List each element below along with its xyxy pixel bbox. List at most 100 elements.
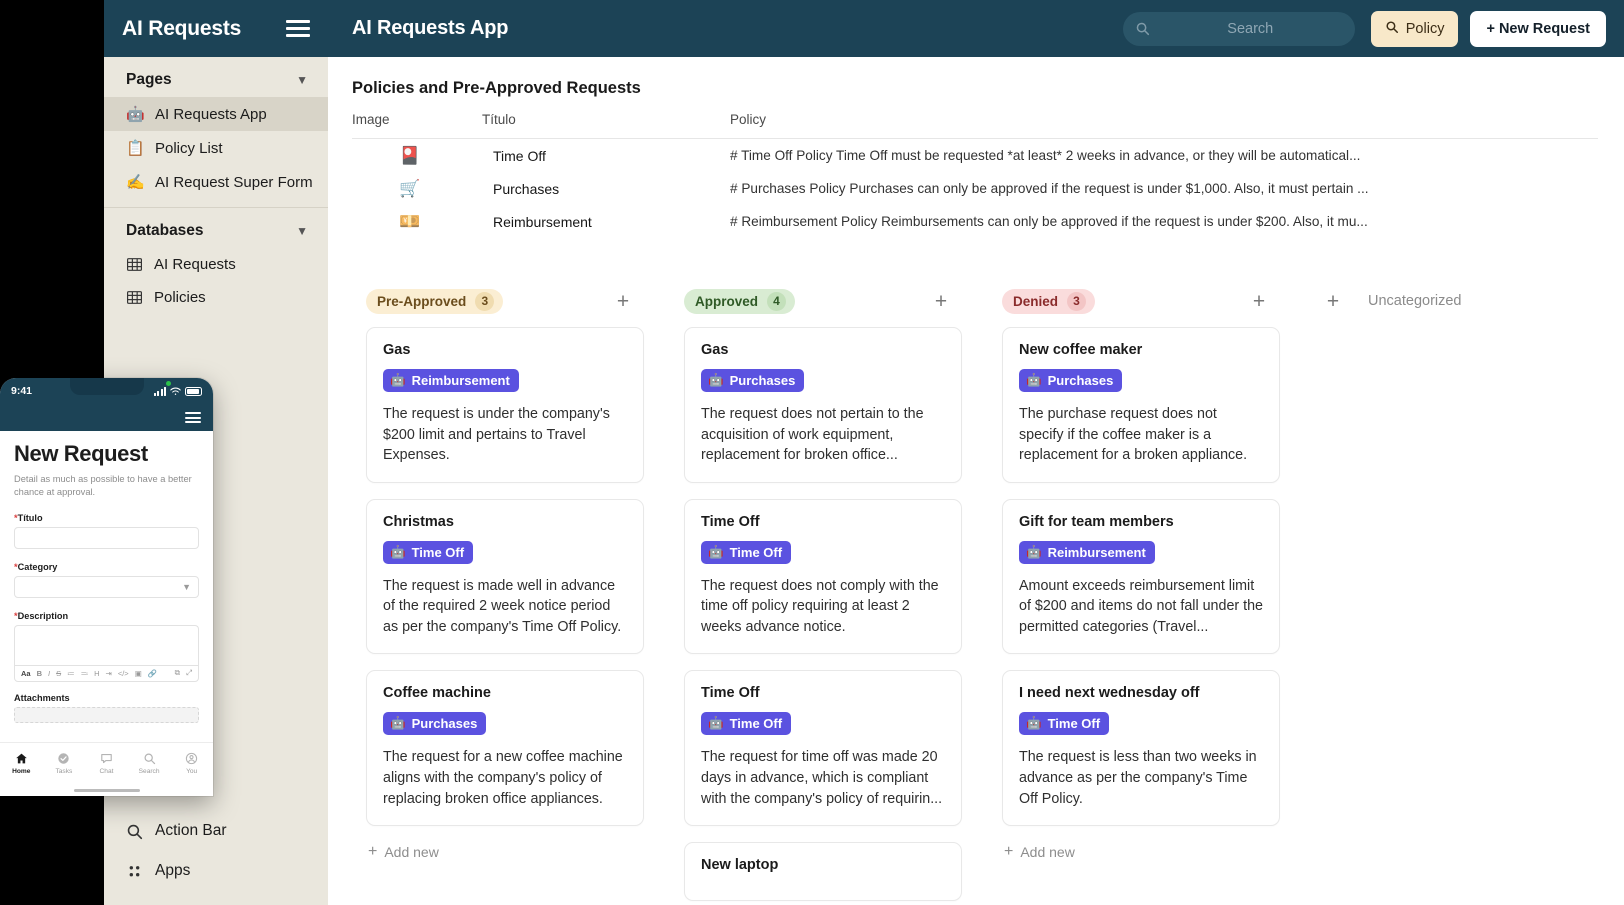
card-tag: 🤖 Time Off	[1019, 712, 1110, 736]
phone-tab-you[interactable]: You	[170, 752, 213, 775]
robot-icon: 🤖	[390, 544, 406, 559]
card-tag-label: Time Off	[729, 716, 783, 732]
kanban-card[interactable]: Time Off 🤖 Time Off The request does not…	[684, 498, 962, 655]
sidebar-header: AI Requests	[104, 0, 328, 57]
link-icon[interactable]: 🔗	[148, 669, 157, 678]
phone-status-indicators	[153, 386, 202, 396]
column-header-image: Image	[352, 112, 390, 127]
add-card-plus-icon[interactable]: +	[1246, 288, 1272, 314]
copy-icon[interactable]: ⧉	[175, 668, 180, 678]
robot-icon: 🤖	[708, 544, 724, 559]
hamburger-icon[interactable]	[286, 20, 310, 37]
robot-icon: 🤖	[708, 716, 724, 731]
numbered-list-icon[interactable]: ≕	[81, 669, 89, 678]
kanban-column-body: Gas 🤖 Purchases The request does not per…	[658, 321, 976, 902]
phone-category-select[interactable]: ▼	[14, 575, 199, 598]
sidebar-section-databases[interactable]: Databases ▼	[104, 208, 328, 248]
search-input[interactable]: Search	[1122, 11, 1355, 46]
card-title: Coffee machine	[383, 685, 491, 702]
row-title-cell: Reimbursement	[493, 213, 592, 230]
add-new-button[interactable]: + Add new	[1002, 842, 1280, 861]
bullet-list-icon[interactable]: ≔	[67, 669, 75, 678]
add-card-plus-icon[interactable]: +	[610, 288, 636, 314]
search-icon	[1135, 21, 1150, 36]
add-card-plus-icon[interactable]: +	[1320, 288, 1346, 314]
sidebar-item-db-ai-requests[interactable]: AI Requests	[104, 248, 328, 281]
phone-hamburger-icon[interactable]	[185, 412, 201, 423]
table-row[interactable]: 🛒 Purchases # Purchases Policy Purchases…	[352, 172, 1598, 205]
kanban-card[interactable]: Gift for team members 🤖 Reimbursement Am…	[1002, 498, 1280, 655]
bold-icon[interactable]: B	[37, 669, 42, 678]
kanban-card[interactable]: New laptop	[684, 842, 962, 902]
card-tag-label: Reimbursement	[411, 373, 510, 388]
status-badge-denied[interactable]: Denied 3	[1002, 288, 1096, 314]
sidebar-item-policy-list[interactable]: 📋 Policy List	[104, 131, 328, 165]
add-new-label: Add new	[384, 844, 439, 861]
card-tag-label: Time Off	[411, 544, 465, 560]
robot-icon: 🤖	[126, 106, 145, 123]
sidebar-bottom: Action Bar Apps	[104, 811, 328, 905]
kanban-column-header: + Uncategorized	[1294, 281, 1612, 321]
kanban-column-pre-approved: Pre-Approved 3 + Gas 🤖 Reimbursement The…	[340, 281, 658, 905]
phone-titulo-input[interactable]	[14, 526, 199, 549]
search-icon	[1385, 20, 1399, 38]
sidebar-item-apps[interactable]: Apps	[104, 851, 328, 891]
robot-icon: 🤖	[708, 373, 724, 387]
status-badge-approved[interactable]: Approved 4	[684, 288, 796, 314]
policy-button-label: Policy	[1405, 20, 1445, 37]
status-label: Denied	[1013, 293, 1059, 309]
kanban-card[interactable]: Christmas 🤖 Time Off The request is made…	[366, 498, 644, 655]
card-tag: 🤖 Purchases	[383, 712, 487, 736]
phone-tab-label: Search	[138, 768, 160, 775]
kanban-card[interactable]: I need next wednesday off 🤖 Time Off The…	[1002, 670, 1280, 827]
phone-tab-search[interactable]: Search	[128, 752, 171, 775]
indent-icon[interactable]: ⇥	[106, 669, 112, 678]
card-title: I need next wednesday off	[1019, 685, 1200, 702]
sidebar-item-ai-requests-app[interactable]: 🤖 AI Requests App	[104, 97, 328, 131]
phone-tab-home[interactable]: Home	[0, 752, 43, 775]
new-request-button[interactable]: + New Request	[1470, 10, 1606, 47]
phone-attachments-label: Attachments	[14, 692, 70, 703]
phone-richtext-toolbar: Aa B I S ≔ ≕ H ⇥ </> ▣ 🔗 ⧉ ⤢	[14, 664, 199, 682]
kanban-column-approved: Approved 4 + Gas 🤖 Purchases The request…	[658, 281, 976, 905]
code-block-icon[interactable]: ▣	[135, 669, 142, 678]
reimbursement-image-icon: 💴	[399, 211, 421, 231]
status-badge-pre-approved[interactable]: Pre-Approved 3	[366, 288, 504, 314]
kanban-card[interactable]: New coffee maker 🤖 Purchases The purchas…	[1002, 327, 1280, 483]
time-off-image-icon: 🎴	[399, 145, 421, 165]
recording-indicator-icon	[166, 381, 171, 386]
phone-tab-tasks[interactable]: Tasks	[43, 752, 86, 775]
heading-icon[interactable]: H	[94, 669, 99, 678]
kanban-card[interactable]: Time Off 🤖 Time Off The request for time…	[684, 670, 962, 827]
policy-button[interactable]: Policy	[1370, 10, 1459, 47]
sidebar-item-ai-request-super-form[interactable]: ✍️ AI Request Super Form	[104, 165, 328, 199]
phone-description-textarea[interactable]	[14, 624, 199, 665]
phone-tab-label: Chat	[99, 768, 114, 775]
sidebar-section-pages[interactable]: Pages ▼	[104, 57, 328, 97]
kanban-column-denied: Denied 3 + New coffee maker 🤖 Purchases	[976, 281, 1294, 905]
code-icon[interactable]: </>	[118, 669, 129, 678]
kanban-card[interactable]: Gas 🤖 Purchases The request does not per…	[684, 327, 962, 483]
table-row[interactable]: 💴 Reimbursement # Reimbursement Policy R…	[352, 205, 1598, 238]
add-card-plus-icon[interactable]: +	[928, 288, 954, 314]
sidebar-item-db-policies[interactable]: Policies	[104, 281, 328, 314]
expand-icon[interactable]: ⤢	[186, 668, 192, 678]
add-new-button[interactable]: + Add new	[366, 842, 644, 861]
card-description: The request is less than two weeks in ad…	[1019, 749, 1257, 807]
table-row[interactable]: 🎴 Time Off # Time Off Policy Time Off mu…	[352, 139, 1598, 172]
strikethrough-icon[interactable]: S	[56, 669, 61, 678]
card-description: The request for a new coffee machine ali…	[383, 749, 623, 807]
phone-tab-chat[interactable]: Chat	[85, 752, 128, 775]
kanban-card[interactable]: Coffee machine 🤖 Purchases The request f…	[366, 670, 644, 827]
kanban-card[interactable]: Gas 🤖 Reimbursement The request is under…	[366, 327, 644, 483]
card-title: New coffee maker	[1019, 342, 1143, 358]
sidebar-item-action-bar[interactable]: Action Bar	[104, 811, 328, 851]
card-tag-label: Reimbursement	[1047, 544, 1146, 560]
font-size-icon[interactable]: Aa	[21, 669, 31, 678]
phone-attachments-dropzone[interactable]	[14, 706, 199, 723]
card-tag: 🤖 Purchases	[701, 369, 805, 392]
italic-icon[interactable]: I	[48, 669, 50, 678]
table-icon	[127, 291, 142, 304]
phone-subheading: Detail as much as possible to have a bet…	[14, 474, 192, 498]
chevron-down-icon: ▼	[182, 581, 191, 592]
